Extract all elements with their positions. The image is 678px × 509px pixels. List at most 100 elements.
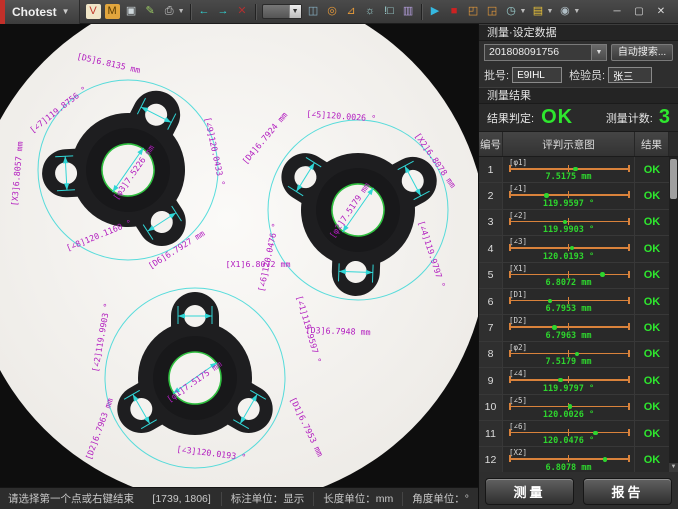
- table-row[interactable]: 9[∠4]119.9797 °OK: [479, 368, 669, 394]
- tolerance-tick: [628, 429, 630, 436]
- delete-icon[interactable]: ✕: [234, 3, 251, 21]
- chevron-down-icon[interactable]: ▼: [573, 8, 580, 15]
- table-row[interactable]: 12[X2]6.8078 mmOK: [479, 447, 669, 472]
- row-number: 6: [479, 289, 503, 314]
- result-badge: OK: [635, 210, 669, 235]
- report-button[interactable]: 报告: [583, 478, 672, 505]
- toolbar-icon-strip: VM▣✎⎙▼←→✕▼◫◎⊿☼!□▥▶■◰◲◷▼▤▼◉▼: [80, 0, 604, 24]
- snapshot-icon[interactable]: ◉▼: [556, 3, 581, 21]
- autozoom-icon[interactable]: ◲: [484, 3, 501, 21]
- table-row[interactable]: 7[D2]6.7963 mmOK: [479, 315, 669, 341]
- layers-icon[interactable]: ▤▼: [529, 3, 554, 21]
- table-row[interactable]: 3[∠2]119.9903 °OK: [479, 210, 669, 236]
- template-v-icon[interactable]: V: [85, 3, 102, 21]
- tolerance-tick: [568, 165, 570, 172]
- inspector-label: 检验员:: [569, 67, 605, 83]
- save-icon[interactable]: ▣: [123, 3, 140, 21]
- tolerance-tick: [509, 376, 511, 383]
- dimension-annotation[interactable]: [X1]6.8072 mm: [226, 259, 291, 269]
- film-strip-icon-glyph: ▥: [401, 4, 416, 19]
- table-row[interactable]: 8[φ2]7.5179 mmOK: [479, 342, 669, 368]
- inspector-input[interactable]: [608, 67, 652, 83]
- print-icon[interactable]: ⎙▼: [161, 3, 186, 21]
- layers-icon-glyph: ▤: [530, 4, 545, 19]
- measurement-canvas[interactable]: [D5]6.8135 mm[∠7]119.8756 °[∠9]120.0433 …: [0, 24, 478, 487]
- measured-value-marker: [552, 325, 557, 330]
- table-row[interactable]: 2[∠1]119.9597 °OK: [479, 183, 669, 209]
- redo-arrow-icon[interactable]: →: [215, 3, 232, 21]
- chotest-menu-button[interactable]: Chotest ▼: [5, 0, 80, 24]
- table-row[interactable]: 10[∠5]120.0026 °OK: [479, 395, 669, 421]
- dataset-value: 201808091756: [489, 46, 559, 58]
- measured-value: 6.8072 mm: [503, 278, 634, 288]
- toolbar: Chotest ▼ VM▣✎⎙▼←→✕▼◫◎⊿☼!□▥▶■◰◲◷▼▤▼◉▼ ─▢…: [0, 0, 678, 24]
- table-row[interactable]: 6[D1]6.7953 mmOK: [479, 289, 669, 315]
- tolerance-line: [509, 379, 629, 381]
- measure-tool-icon[interactable]: ⊿: [343, 3, 360, 21]
- feature-label: [X1]: [509, 264, 527, 273]
- measured-value-marker: [573, 167, 578, 172]
- undo-arrow-icon[interactable]: ←: [196, 3, 213, 21]
- dataset-select[interactable]: 201808091756 ▼: [484, 44, 607, 61]
- result-badge: OK: [635, 368, 669, 393]
- chevron-down-icon[interactable]: ▼: [178, 8, 185, 15]
- measure-button[interactable]: 测量: [485, 478, 574, 505]
- record-icon-glyph: ■: [447, 4, 462, 19]
- timer-icon[interactable]: ◷▼: [503, 3, 528, 21]
- record-icon[interactable]: ■: [446, 3, 463, 21]
- row-number: 12: [479, 447, 503, 472]
- result-badge: OK: [635, 289, 669, 314]
- tolerance-line: [509, 168, 629, 170]
- feature-label: [X2]: [509, 448, 527, 457]
- film-strip-icon[interactable]: ▥: [400, 3, 417, 21]
- close-button[interactable]: ✕: [652, 4, 670, 20]
- feature-label: [φ1]: [509, 158, 527, 167]
- tolerance-diagram: [∠3]120.0193 °: [503, 236, 635, 261]
- chevron-down-icon[interactable]: ▼: [546, 8, 553, 15]
- minimize-button[interactable]: ─: [608, 4, 626, 20]
- chevron-down-icon[interactable]: ▼: [289, 5, 301, 18]
- feature-label: [∠3]: [509, 237, 527, 246]
- header-number: 编号: [479, 132, 503, 156]
- table-row[interactable]: 11[∠6]120.0476 °OK: [479, 421, 669, 447]
- scroll-down-arrow-icon[interactable]: ▼: [669, 463, 678, 472]
- edit-program-icon[interactable]: ✎: [142, 3, 159, 21]
- result-badge: OK: [635, 236, 669, 261]
- undo-arrow-icon-glyph: ←: [197, 4, 212, 19]
- tolerance-tick: [568, 271, 570, 278]
- measured-value-marker: [575, 352, 580, 357]
- scrollbar-thumb[interactable]: [670, 159, 677, 199]
- lamp-icon[interactable]: ☼: [362, 3, 379, 21]
- batch-input[interactable]: [512, 67, 562, 83]
- row-number: 2: [479, 183, 503, 208]
- play-icon-glyph: ▶: [428, 4, 443, 19]
- feature-label: [∠6]: [509, 422, 527, 431]
- auto-search-button[interactable]: 自动搜索...: [611, 44, 673, 61]
- camera-view[interactable]: [D5]6.8135 mm[∠7]119.8756 °[∠9]120.0433 …: [0, 24, 478, 487]
- table-row[interactable]: 5[X1]6.8072 mmOK: [479, 263, 669, 289]
- measured-value: 119.9797 °: [503, 384, 634, 394]
- tolerance-line: [509, 274, 629, 276]
- tolerance-tick: [509, 191, 511, 198]
- row-number: 4: [479, 236, 503, 261]
- chevron-down-icon[interactable]: ▼: [591, 45, 606, 60]
- folder-m-icon[interactable]: M: [104, 3, 121, 21]
- table-scrollbar[interactable]: ▼: [669, 157, 678, 472]
- cursor-coordinates: [1739, 1806]: [142, 493, 220, 505]
- measured-value: 119.9597 °: [503, 199, 634, 209]
- count-value: 3: [659, 106, 670, 129]
- chevron-down-icon[interactable]: ▼: [520, 8, 527, 15]
- play-icon[interactable]: ▶: [427, 3, 444, 21]
- image-search-icon[interactable]: ◫: [305, 3, 322, 21]
- tolerance-diagram: [X1] 6.8072 mm: [503, 263, 635, 288]
- magnifier-icon[interactable]: ◎: [324, 3, 341, 21]
- autofocus-icon[interactable]: ◰: [465, 3, 482, 21]
- timer-icon-glyph: ◷: [504, 4, 519, 19]
- prompt-icon-glyph: !□: [382, 4, 397, 19]
- prompt-icon[interactable]: !□: [381, 3, 398, 21]
- autozoom-icon-glyph: ◲: [485, 4, 500, 19]
- zoom-select-combo[interactable]: ▼: [262, 4, 302, 19]
- table-row[interactable]: 4[∠3]120.0193 °OK: [479, 236, 669, 262]
- maximize-button[interactable]: ▢: [630, 4, 648, 20]
- table-row[interactable]: 1[φ1]7.5175 mmOK: [479, 157, 669, 183]
